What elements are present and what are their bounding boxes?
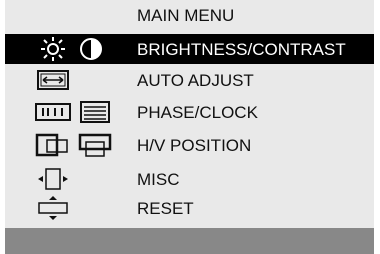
reset-icon (38, 196, 68, 220)
menu-item-phase-clock[interactable]: PHASE/CLOCK (5, 97, 374, 127)
menu-title: MAIN MENU (137, 6, 235, 25)
clock-icon (80, 101, 110, 123)
menu-item-label: MISC (137, 170, 180, 189)
v-position-icon (78, 133, 112, 157)
menu-item-hv-position[interactable]: H/V POSITION (5, 130, 374, 160)
contrast-icon (80, 38, 102, 60)
menu-item-label: H/V POSITION (137, 136, 252, 155)
menu-item-label: BRIGHTNESS/CONTRAST (137, 40, 346, 59)
status-bar (5, 228, 374, 254)
h-position-icon (35, 133, 68, 157)
osd-main-menu: MAIN MENU BRIGHTNESS/CONTRAST AUTO ADJUS… (5, 0, 374, 254)
menu-item-label: PHASE/CLOCK (137, 103, 258, 122)
auto-adjust-icon (37, 70, 69, 90)
misc-icon (38, 168, 68, 190)
menu-item-auto-adjust[interactable]: AUTO ADJUST (5, 65, 374, 95)
menu-item-misc[interactable]: MISC (5, 164, 374, 194)
menu-item-brightness-contrast[interactable]: BRIGHTNESS/CONTRAST (5, 34, 374, 64)
menu-item-reset[interactable]: RESET (5, 193, 374, 223)
menu-item-label: RESET (137, 199, 194, 218)
brightness-icon (41, 37, 65, 61)
phase-icon (35, 103, 71, 121)
menu-item-label: AUTO ADJUST (137, 71, 254, 90)
